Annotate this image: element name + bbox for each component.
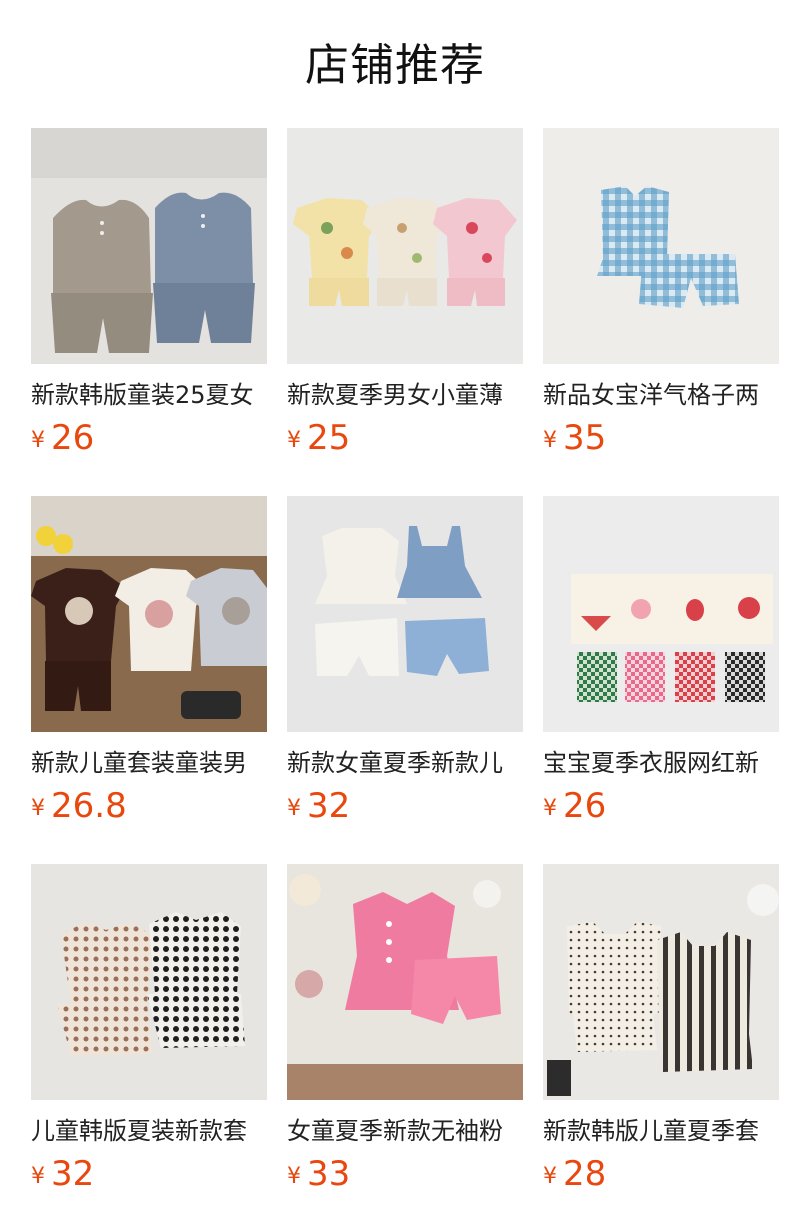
product-name[interactable]: 宝宝夏季衣服网红新 bbox=[543, 746, 779, 780]
product-image[interactable] bbox=[31, 128, 267, 364]
product-image[interactable] bbox=[543, 496, 779, 732]
price-amount: 26 bbox=[51, 418, 95, 458]
product-price: ¥26 bbox=[543, 786, 606, 826]
price-amount: 33 bbox=[307, 1154, 351, 1194]
product-image[interactable] bbox=[543, 864, 779, 1100]
product-card[interactable]: 新款韩版童装25夏女 ¥26 bbox=[31, 128, 267, 458]
currency-symbol: ¥ bbox=[31, 1164, 45, 1189]
product-price: ¥28 bbox=[543, 1154, 606, 1194]
product-image[interactable] bbox=[543, 128, 779, 364]
product-card[interactable]: 儿童韩版夏装新款套 ¥32 bbox=[31, 864, 267, 1194]
product-card[interactable]: 新款儿童套装童装男 ¥26.8 bbox=[31, 496, 267, 826]
product-card[interactable]: 新款女童夏季新款儿 ¥32 bbox=[287, 496, 523, 826]
currency-symbol: ¥ bbox=[543, 1164, 557, 1189]
product-name[interactable]: 女童夏季新款无袖粉 bbox=[287, 1114, 523, 1148]
price-amount: 35 bbox=[563, 418, 607, 458]
price-amount: 32 bbox=[51, 1154, 95, 1194]
currency-symbol: ¥ bbox=[543, 796, 557, 821]
product-price: ¥32 bbox=[31, 1154, 94, 1194]
product-image[interactable] bbox=[31, 864, 267, 1100]
product-card[interactable]: 新品女宝洋气格子两 ¥35 bbox=[543, 128, 779, 458]
product-card[interactable]: 女童夏季新款无袖粉 ¥33 bbox=[287, 864, 523, 1194]
product-name[interactable]: 新款夏季男女小童薄 bbox=[287, 378, 523, 412]
price-amount: 26.8 bbox=[51, 786, 127, 826]
product-card[interactable]: 宝宝夏季衣服网红新 ¥26 bbox=[543, 496, 779, 826]
product-grid: 新款韩版童装25夏女 ¥26 新款夏季男女小童薄 ¥25 新品女宝洋气格子两 ¥… bbox=[31, 128, 790, 1232]
product-name[interactable]: 儿童韩版夏装新款套 bbox=[31, 1114, 267, 1148]
currency-symbol: ¥ bbox=[31, 796, 45, 821]
product-price: ¥32 bbox=[287, 786, 350, 826]
product-card[interactable]: 新款韩版儿童夏季套 ¥28 bbox=[543, 864, 779, 1194]
product-image[interactable] bbox=[31, 496, 267, 732]
section-title: 店铺推荐 bbox=[305, 40, 485, 91]
product-price: ¥35 bbox=[543, 418, 606, 458]
currency-symbol: ¥ bbox=[287, 1164, 301, 1189]
product-price: ¥26.8 bbox=[31, 786, 127, 826]
product-price: ¥25 bbox=[287, 418, 350, 458]
product-name[interactable]: 新款韩版童装25夏女 bbox=[31, 378, 267, 412]
price-amount: 32 bbox=[307, 786, 351, 826]
product-price: ¥33 bbox=[287, 1154, 350, 1194]
product-image[interactable] bbox=[287, 864, 523, 1100]
price-amount: 26 bbox=[563, 786, 607, 826]
currency-symbol: ¥ bbox=[287, 796, 301, 821]
price-amount: 25 bbox=[307, 418, 351, 458]
price-amount: 28 bbox=[563, 1154, 607, 1194]
product-card[interactable]: 新款夏季男女小童薄 ¥25 bbox=[287, 128, 523, 458]
currency-symbol: ¥ bbox=[31, 428, 45, 453]
product-image[interactable] bbox=[287, 496, 523, 732]
currency-symbol: ¥ bbox=[287, 428, 301, 453]
product-image[interactable] bbox=[287, 128, 523, 364]
currency-symbol: ¥ bbox=[543, 428, 557, 453]
product-price: ¥26 bbox=[31, 418, 94, 458]
product-name[interactable]: 新款儿童套装童装男 bbox=[31, 746, 267, 780]
product-name[interactable]: 新品女宝洋气格子两 bbox=[543, 378, 779, 412]
product-name[interactable]: 新款韩版儿童夏季套 bbox=[543, 1114, 779, 1148]
product-name[interactable]: 新款女童夏季新款儿 bbox=[287, 746, 523, 780]
